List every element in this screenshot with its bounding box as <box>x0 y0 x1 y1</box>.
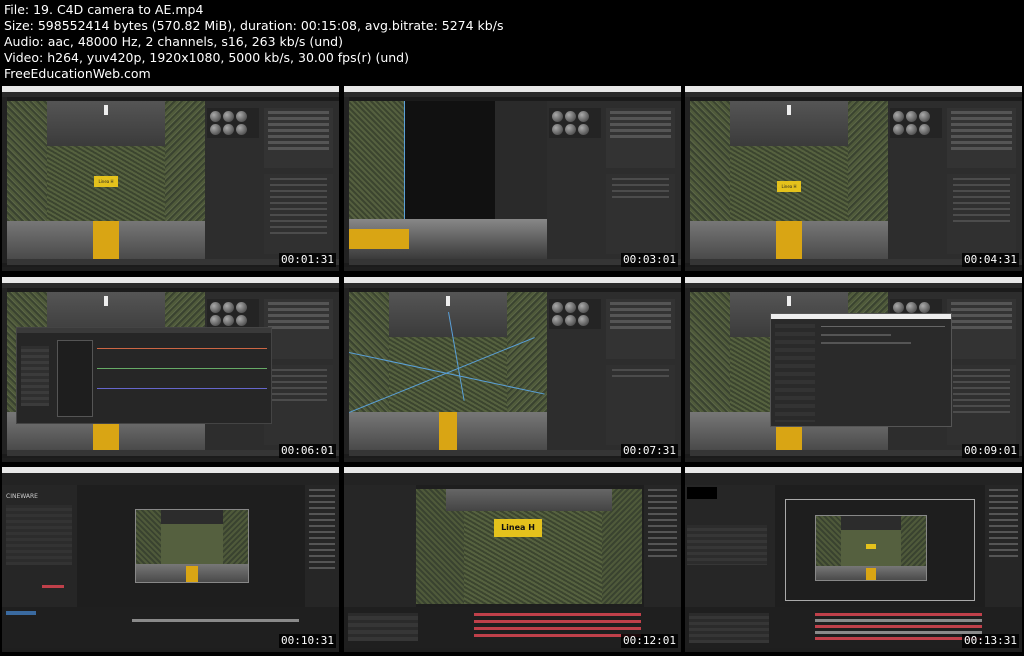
composition-viewer <box>775 485 985 607</box>
attribute-manager <box>947 174 1016 254</box>
timestamp: 00:06:01 <box>279 444 336 458</box>
thumbnail-9[interactable]: 00:13:31 <box>685 467 1022 652</box>
cineware-logo: CINEWARE <box>6 493 38 500</box>
attribute-manager <box>606 174 675 254</box>
thumbnail-8[interactable]: Linea H 00:12:01 <box>344 467 681 652</box>
file-size-line: Size: 598552414 bytes (570.82 MiB), dura… <box>4 18 504 33</box>
attribute-manager <box>264 365 333 445</box>
object-manager <box>264 299 333 359</box>
project-panel <box>344 485 416 607</box>
thumbnail-4[interactable]: 00:06:01 <box>2 277 339 462</box>
thumbnail-6[interactable]: 00:09:01 <box>685 277 1022 462</box>
attribute-manager <box>606 365 675 445</box>
material-manager <box>549 108 601 138</box>
timestamp: 00:03:01 <box>621 253 678 267</box>
timestamp: 00:13:31 <box>962 634 1019 648</box>
thumbnail-1[interactable]: Linea H 00:01:31 <box>2 86 339 271</box>
viewport: Linea H <box>690 101 888 259</box>
attribute-manager <box>264 174 333 254</box>
composition-viewer <box>77 485 305 607</box>
sign-linea-h: Linea H <box>777 181 801 192</box>
material-manager <box>207 299 259 329</box>
object-manager <box>947 108 1016 168</box>
cinema4d-window: Linea H <box>685 86 1022 271</box>
thumbnail-5[interactable]: 00:07:31 <box>344 277 681 462</box>
material-manager <box>890 108 942 138</box>
effect-controls-panel: CINEWARE <box>2 485 77 607</box>
sign-linea-h: Linea H <box>94 176 118 187</box>
viewport <box>349 101 547 259</box>
audio-info-line: Audio: aac, 48000 Hz, 2 channels, s16, 2… <box>4 34 343 49</box>
timeline-window <box>16 327 272 424</box>
file-info-header: File: 19. C4D camera to AE.mp4 Size: 598… <box>4 2 503 82</box>
material-manager <box>207 108 259 138</box>
file-name-line: File: 19. C4D camera to AE.mp4 <box>4 2 204 17</box>
timestamp: 00:09:01 <box>962 444 1019 458</box>
effects-presets-panel <box>305 485 339 607</box>
viewport <box>349 292 547 450</box>
watermark-line: FreeEducationWeb.com <box>4 66 151 81</box>
sign-linea-h: Linea H <box>494 519 542 537</box>
cinema4d-window <box>344 277 681 462</box>
cinema4d-window <box>2 277 339 462</box>
timestamp: 00:12:01 <box>621 634 678 648</box>
effects-presets-panel <box>644 485 681 607</box>
timestamp: 00:01:31 <box>279 253 336 267</box>
effects-presets-panel <box>985 485 1022 607</box>
composition-viewer: Linea H <box>416 485 644 607</box>
object-manager <box>947 299 1016 359</box>
cinema4d-window <box>685 277 1022 462</box>
object-manager <box>264 108 333 168</box>
thumbnail-3[interactable]: Linea H 00:04:31 <box>685 86 1022 271</box>
after-effects-window: CINEWARE <box>2 467 339 652</box>
settings-dialog <box>770 313 952 427</box>
object-manager <box>606 108 675 168</box>
after-effects-window <box>685 467 1022 652</box>
cinema4d-window: Linea H <box>2 86 339 271</box>
material-manager <box>549 299 601 329</box>
viewport: Linea H <box>7 101 205 259</box>
video-info-line: Video: h264, yuv420p, 1920x1080, 5000 kb… <box>4 50 409 65</box>
project-panel <box>685 485 775 607</box>
attribute-manager <box>947 365 1016 445</box>
object-manager <box>606 299 675 359</box>
after-effects-window: Linea H <box>344 467 681 652</box>
thumbnail-2[interactable]: 00:03:01 <box>344 86 681 271</box>
cinema4d-window <box>344 86 681 271</box>
timestamp: 00:10:31 <box>279 634 336 648</box>
thumbnail-7[interactable]: CINEWARE 00:10:31 <box>2 467 339 652</box>
timestamp: 00:04:31 <box>962 253 1019 267</box>
timestamp: 00:07:31 <box>621 444 678 458</box>
